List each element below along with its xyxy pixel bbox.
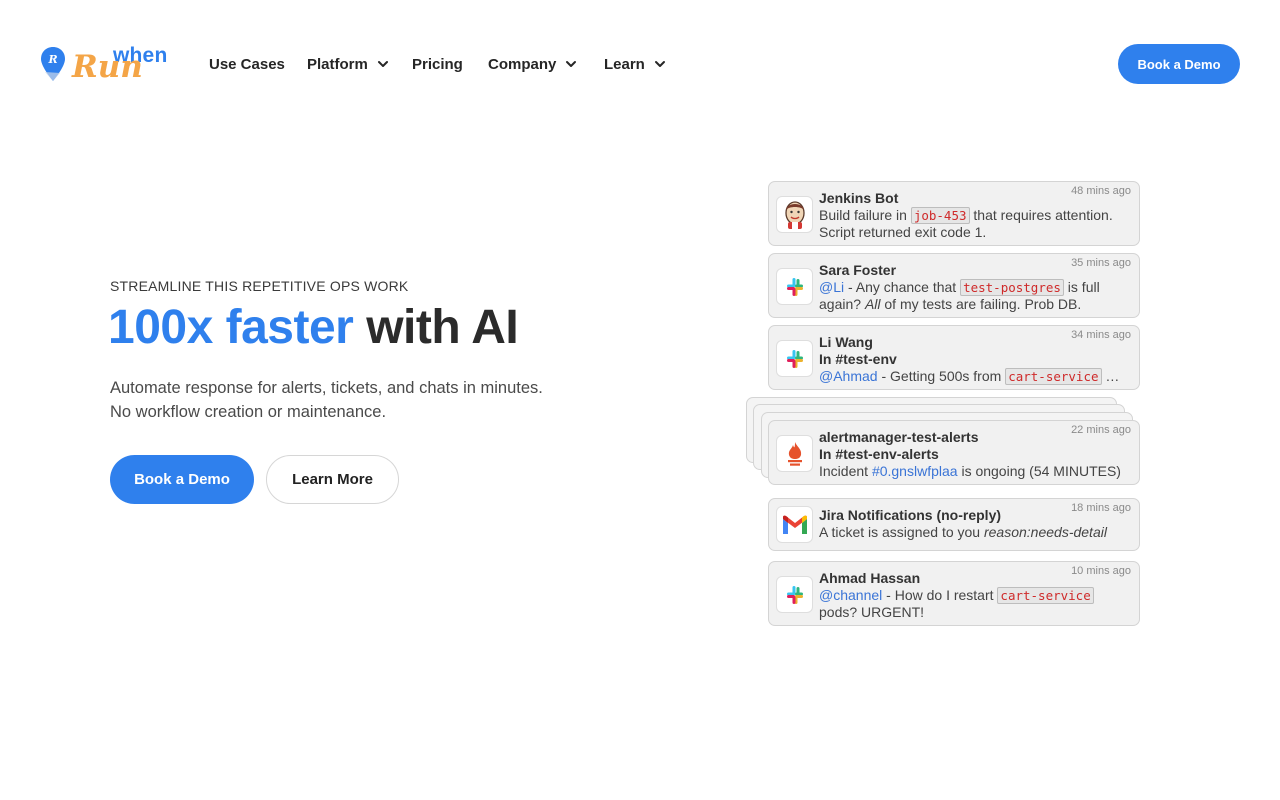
notification-time: 10 mins ago [1071,565,1131,577]
notification-channel: In #test-env [819,351,897,367]
chevron-down-icon [654,61,665,67]
code-tag: job-453 [910,207,970,224]
nav-use-cases-label: Use Cases [209,55,285,73]
chevron-down-icon [566,61,577,67]
notification-line: A ticket is assigned to you reason:needs… [819,524,1107,540]
hero-eyebrow: STREAMLINE THIS REPETITIVE OPS WORK [110,278,409,294]
notification-time: 34 mins ago [1071,329,1131,341]
nav-book-demo-button[interactable]: Book a Demo [1118,44,1240,84]
chevron-down-icon [377,61,388,67]
whenrun-logo[interactable]: R when Run [40,44,172,85]
notification-sender: Jenkins Bot [819,190,899,206]
mention: @Li [819,279,845,295]
prometheus-icon [776,435,813,472]
mention: @channel [819,587,883,603]
jenkins-icon [776,196,813,233]
nav-pricing[interactable]: Pricing [412,54,463,74]
code-tag: cart-service [1005,368,1102,385]
notification-card: Sara Foster 35 mins ago @Li - Any chance… [768,253,1140,318]
hero-subtitle-line-2: No workflow creation or maintenance. [110,403,387,421]
notification-line: Incident #0.gnslwfplaa is ongoing (54 MI… [819,463,1121,479]
notification-card: Jenkins Bot 48 mins ago Build failure in… [768,181,1140,246]
code-tag: cart-service [997,587,1094,604]
hero-subtitle-line-1: Automate response for alerts, tickets, a… [110,379,543,397]
emphasis: All [864,296,881,312]
text: again? [819,296,865,312]
notification-card: Li Wang 34 mins ago In #test-env @Ahmad … [768,325,1140,390]
notification-card: Ahmad Hassan 10 mins ago @channel - How … [768,561,1140,626]
notification-line: pods? URGENT! [819,604,925,620]
hero-headline: 100x faster with AI [108,300,519,355]
mention: @Ahmad [819,368,878,384]
slack-icon [776,340,813,377]
notification-sender: Sara Foster [819,262,897,278]
nav-platform[interactable]: Platform [307,54,390,74]
text: Incident [819,463,872,479]
notification-sender: Li Wang [819,334,873,350]
top-navigation: R when Run Use Cases Platform Pricing Co… [0,0,1280,128]
text: of my tests are failing. Prob DB. [880,296,1082,312]
slack-icon [776,268,813,305]
slack-icon [776,576,813,613]
text: is full [1063,279,1100,295]
notification-line: @Li - Any chance that test-postgres is f… [819,279,1100,296]
nav-platform-label: Platform [307,55,368,73]
text: - How do I restart [882,587,998,603]
svg-text:R: R [48,53,58,66]
notification-card: Jira Notifications (no-reply) 18 mins ag… [768,498,1140,551]
notification-sender: alertmanager-test-alerts [819,429,979,445]
text: Build failure in [819,207,911,223]
hero-subtitle: Automate response for alerts, tickets, a… [110,376,543,424]
notification-line: again? All of my tests are failing. Prob… [819,296,1081,312]
emphasis: reason:needs-detail [983,524,1107,540]
nav-learn[interactable]: Learn [604,54,667,74]
nav-use-cases[interactable]: Use Cases [209,54,285,74]
text: is ongoing (54 MINUTES) [957,463,1121,479]
notification-channel: In #test-env-alerts [819,446,939,462]
notification-sender: Jira Notifications (no-reply) [819,507,1002,523]
gmail-icon [776,506,813,543]
text: - Getting 500s from [877,368,1006,384]
text: A ticket is assigned to you [819,524,984,540]
code-tag: test-postgres [960,279,1064,296]
notification-time: 18 mins ago [1071,502,1131,514]
nav-company[interactable]: Company [488,54,578,74]
text: - Any chance that [844,279,961,295]
logo-word-run: Run [72,49,143,85]
text: … [1101,368,1120,384]
nav-learn-label: Learn [604,55,645,73]
text: that requires attention. [969,207,1113,223]
headline-accent: 100x faster [108,301,354,354]
notification-line: Build failure in job-453 that requires a… [819,207,1113,224]
map-pin-logo-icon: R [41,47,65,81]
notification-time: 22 mins ago [1071,424,1131,436]
hero-book-demo-button[interactable]: Book a Demo [110,455,254,504]
notification-time: 48 mins ago [1071,185,1131,197]
notification-line: @channel - How do I restart cart-service [819,587,1094,604]
notification-line: Script returned exit code 1. [819,224,987,240]
hero-learn-more-button[interactable]: Learn More [266,455,399,504]
notification-line: @Ahmad - Getting 500s from cart-service … [819,368,1120,385]
notification-time: 35 mins ago [1071,257,1131,269]
notification-sender: Ahmad Hassan [819,570,921,586]
headline-rest: with AI [366,301,519,354]
notification-card: alertmanager-test-alerts 22 mins ago In … [768,420,1140,485]
incident-link[interactable]: #0.gnslwfplaa [872,463,958,479]
nav-company-label: Company [488,55,557,73]
nav-pricing-label: Pricing [412,55,463,73]
